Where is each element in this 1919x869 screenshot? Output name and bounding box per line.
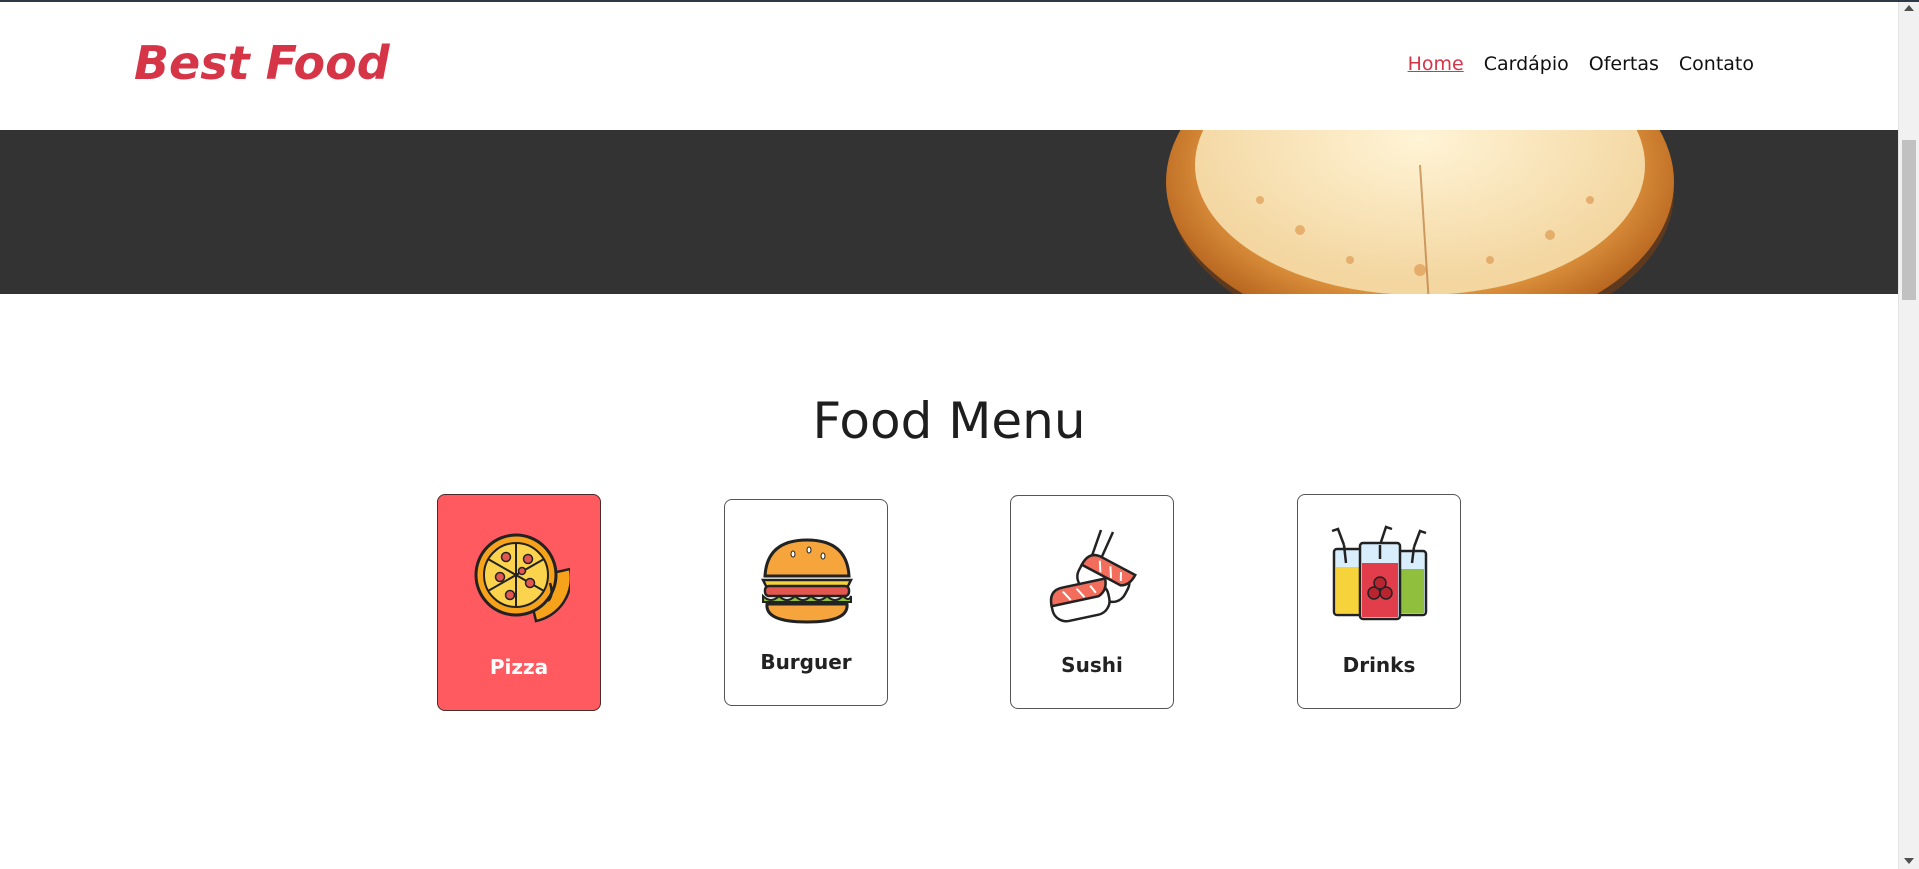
pizza-icon	[474, 533, 570, 623]
sushi-icon	[1049, 529, 1137, 623]
main-nav: Home Cardápio Ofertas Contato	[1408, 53, 1754, 75]
hero-pizza-image	[1166, 130, 1674, 294]
category-card-drinks[interactable]: Drinks	[1297, 494, 1461, 709]
category-card-sushi[interactable]: Sushi	[1010, 495, 1174, 709]
category-label-burguer: Burguer	[760, 650, 852, 674]
page-scrollbar[interactable]	[1898, 0, 1919, 869]
nav-link-home[interactable]: Home	[1408, 53, 1464, 75]
drinks-icon	[1331, 525, 1428, 621]
window-top-edge	[0, 0, 1919, 2]
nav-link-contato[interactable]: Contato	[1679, 53, 1754, 75]
nav-link-ofertas[interactable]: Ofertas	[1589, 53, 1659, 75]
page-viewport: Best Food Home Cardápio Ofertas Contato	[0, 0, 1898, 869]
section-title: Food Menu	[812, 391, 1086, 450]
hero-banner	[0, 130, 1898, 294]
nav-link-cardapio[interactable]: Cardápio	[1484, 53, 1569, 75]
site-header: Best Food Home Cardápio Ofertas Contato	[0, 2, 1898, 130]
category-card-burguer[interactable]: Burguer	[724, 499, 888, 706]
burger-icon	[760, 538, 854, 624]
scroll-up-arrow-icon[interactable]	[1904, 5, 1914, 11]
category-card-pizza[interactable]: Pizza	[437, 494, 601, 711]
scroll-down-arrow-icon[interactable]	[1904, 858, 1914, 864]
category-label-sushi: Sushi	[1061, 653, 1123, 677]
category-label-drinks: Drinks	[1342, 653, 1416, 677]
scrollbar-thumb[interactable]	[1902, 140, 1916, 300]
site-logo[interactable]: Best Food	[134, 36, 390, 90]
category-label-pizza: Pizza	[489, 655, 549, 679]
